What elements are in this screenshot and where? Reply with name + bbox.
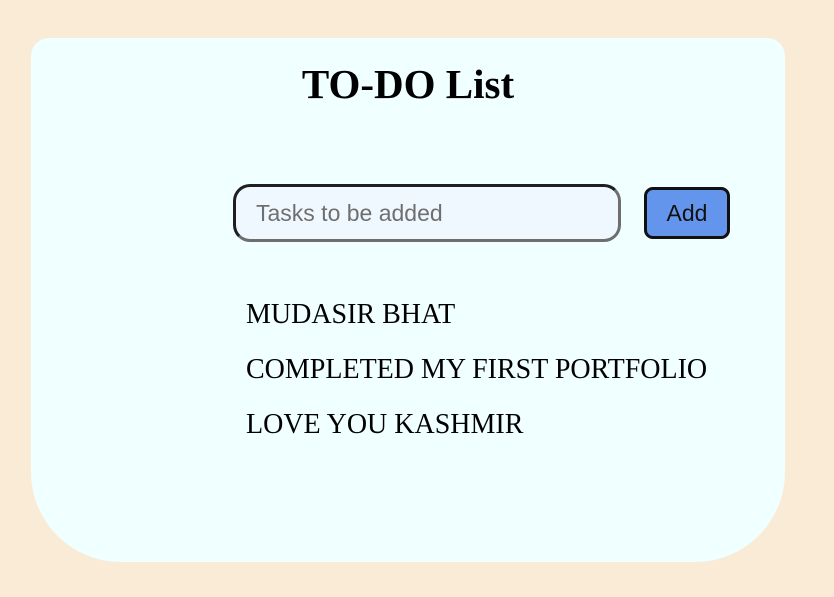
task-item[interactable]: LOVE YOU KASHMIR (246, 401, 707, 456)
task-item[interactable]: COMPLETED MY FIRST PORTFOLIO (246, 346, 707, 401)
task-list: MUDASIR BHAT COMPLETED MY FIRST PORTFOLI… (246, 291, 707, 456)
todo-card: TO-DO List Add MUDASIR BHAT COMPLETED MY… (31, 38, 785, 562)
task-input[interactable] (233, 184, 621, 242)
task-item[interactable]: MUDASIR BHAT (246, 291, 707, 346)
page-title: TO-DO List (301, 61, 515, 107)
add-button[interactable]: Add (644, 187, 730, 239)
